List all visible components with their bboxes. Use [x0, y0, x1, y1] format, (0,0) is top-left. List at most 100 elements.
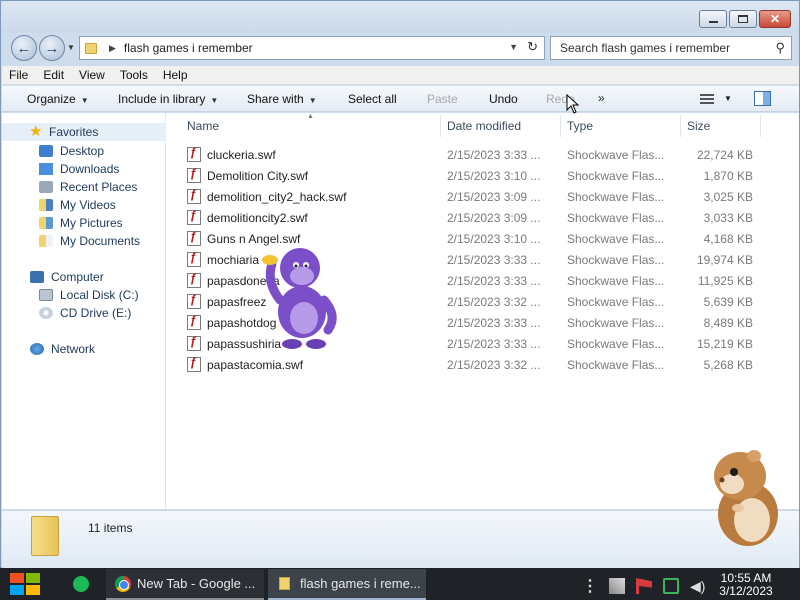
column-header-type[interactable]: Type: [567, 119, 593, 133]
overflow-menu-icon[interactable]: ⋮: [582, 576, 598, 596]
include-in-library-button[interactable]: Include in library ▼: [118, 92, 218, 106]
search-input[interactable]: Search flash games i remember ⚲: [550, 36, 792, 60]
minimize-button[interactable]: [699, 10, 727, 28]
flag-icon[interactable]: [636, 578, 652, 594]
nav-computer[interactable]: Computer: [2, 268, 166, 286]
cd-drive-icon: [39, 307, 53, 319]
view-options-dropdown-icon[interactable]: ▼: [724, 94, 732, 103]
nav-cd-drive[interactable]: CD Drive (E:): [2, 304, 166, 322]
pinned-app-icon[interactable]: [73, 576, 89, 592]
app-tray-icon[interactable]: [609, 578, 625, 594]
nav-network[interactable]: Network: [2, 340, 166, 358]
hard-drive-icon: [39, 289, 53, 301]
paste-button[interactable]: Paste: [427, 92, 458, 106]
file-row[interactable]: papastacomia.swf 2/15/2023 3:32 ... Shoc…: [187, 354, 767, 375]
column-header-size[interactable]: Size: [687, 119, 710, 133]
nav-recent-places[interactable]: Recent Places: [2, 178, 166, 196]
nav-my-videos[interactable]: My Videos: [2, 196, 166, 214]
menu-help[interactable]: Help: [156, 66, 196, 84]
pictures-icon: [39, 217, 53, 229]
file-type: Shockwave Flas...: [567, 316, 665, 330]
search-placeholder: Search flash games i remember: [560, 41, 731, 55]
minimize-icon: [708, 20, 718, 23]
breadcrumb-folder[interactable]: flash games i remember: [124, 41, 253, 55]
column-header-date[interactable]: Date modified: [447, 119, 521, 133]
column-divider[interactable]: [680, 115, 681, 137]
column-header-name[interactable]: Name: [187, 119, 219, 133]
include-label: Include in library: [118, 92, 206, 106]
file-size: 19,974 KB: [696, 253, 753, 267]
column-divider[interactable]: [560, 115, 561, 137]
file-date: 2/15/2023 3:32 ...: [447, 358, 541, 372]
undo-button[interactable]: Undo: [489, 92, 518, 106]
file-name: demolition_city2_hack.swf: [207, 190, 347, 204]
taskbar-item-explorer[interactable]: flash games i reme...: [268, 569, 426, 600]
address-bar[interactable]: ▶ flash games i remember ▼ ↻: [79, 36, 545, 60]
network-icon: [30, 343, 44, 355]
nav-cd-drive-label: CD Drive (E:): [60, 306, 132, 320]
nav-pictures-label: My Pictures: [60, 216, 123, 230]
nav-my-documents[interactable]: My Documents: [2, 232, 166, 250]
nav-videos-label: My Videos: [60, 198, 116, 212]
file-size: 8,489 KB: [703, 316, 753, 330]
computer-icon: [30, 271, 44, 283]
clock-date: 3/12/2023: [719, 584, 773, 598]
file-row[interactable]: cluckeria.swf 2/15/2023 3:33 ... Shockwa…: [187, 144, 767, 165]
breadcrumb-chevron-icon[interactable]: ▶: [109, 43, 116, 54]
menu-bar: File Edit View Tools Help: [2, 66, 799, 85]
address-dropdown-icon[interactable]: ▼: [509, 42, 518, 52]
recent-pages-dropdown[interactable]: ▼: [67, 43, 75, 52]
file-type: Shockwave Flas...: [567, 295, 665, 309]
chevron-down-icon: ▼: [308, 96, 317, 105]
nav-desktop[interactable]: Desktop: [2, 142, 166, 160]
file-size: 5,268 KB: [703, 358, 753, 372]
flash-file-icon: [187, 271, 201, 288]
organize-button[interactable]: Organize ▼: [27, 92, 89, 106]
nav-my-pictures[interactable]: My Pictures: [2, 214, 166, 232]
chrome-icon: [115, 575, 131, 592]
menu-file[interactable]: File: [2, 66, 36, 84]
column-divider[interactable]: [440, 115, 441, 137]
more-commands-button[interactable]: »: [598, 91, 605, 105]
bonzi-buddy-character[interactable]: [258, 238, 344, 352]
file-row[interactable]: Demolition City.swf 2/15/2023 3:10 ... S…: [187, 165, 767, 186]
taskbar-item-chrome[interactable]: New Tab - Google ...: [106, 569, 264, 600]
start-button[interactable]: [8, 570, 42, 598]
file-size: 3,025 KB: [703, 190, 753, 204]
volume-icon[interactable]: ◀): [690, 578, 705, 595]
change-view-icon[interactable]: [700, 94, 714, 104]
title-bar[interactable]: ✕: [1, 1, 799, 33]
nav-local-disk[interactable]: Local Disk (C:): [2, 286, 166, 304]
file-row[interactable]: demolition_city2_hack.swf 2/15/2023 3:09…: [187, 186, 767, 207]
nav-downloads[interactable]: Downloads: [2, 160, 166, 178]
file-date: 2/15/2023 3:33 ...: [447, 274, 541, 288]
back-button[interactable]: ←: [11, 35, 37, 61]
close-button[interactable]: ✕: [759, 10, 791, 28]
preview-pane-icon[interactable]: [754, 91, 771, 106]
search-icon[interactable]: ⚲: [775, 40, 785, 56]
nav-computer-label: Computer: [51, 270, 104, 284]
forward-button[interactable]: →: [39, 35, 65, 61]
windows-logo-icon: [10, 573, 24, 583]
file-date: 2/15/2023 3:33 ...: [447, 337, 541, 351]
system-clock[interactable]: 10:55 AM 3/12/2023: [705, 572, 787, 598]
column-divider[interactable]: [760, 115, 761, 137]
maximize-button[interactable]: [729, 10, 757, 28]
file-row[interactable]: demolitioncity2.swf 2/15/2023 3:09 ... S…: [187, 207, 767, 228]
menu-view[interactable]: View: [72, 66, 113, 84]
file-date: 2/15/2023 3:09 ...: [447, 190, 541, 204]
file-date: 2/15/2023 3:10 ...: [447, 169, 541, 183]
share-label: Share with: [247, 92, 304, 106]
network-status-icon[interactable]: [663, 578, 679, 594]
windows-logo-icon: [26, 573, 40, 583]
hamster-character[interactable]: [708, 446, 782, 548]
menu-edit[interactable]: Edit: [36, 66, 72, 84]
share-with-button[interactable]: Share with ▼: [247, 92, 317, 106]
select-all-button[interactable]: Select all: [348, 92, 397, 106]
file-date: 2/15/2023 3:33 ...: [447, 148, 541, 162]
menu-tools[interactable]: Tools: [113, 66, 156, 84]
file-type: Shockwave Flas...: [567, 148, 665, 162]
flash-file-icon: [187, 313, 201, 330]
refresh-icon[interactable]: ↻: [527, 39, 538, 55]
nav-favorites[interactable]: ★ Favorites: [2, 123, 166, 141]
